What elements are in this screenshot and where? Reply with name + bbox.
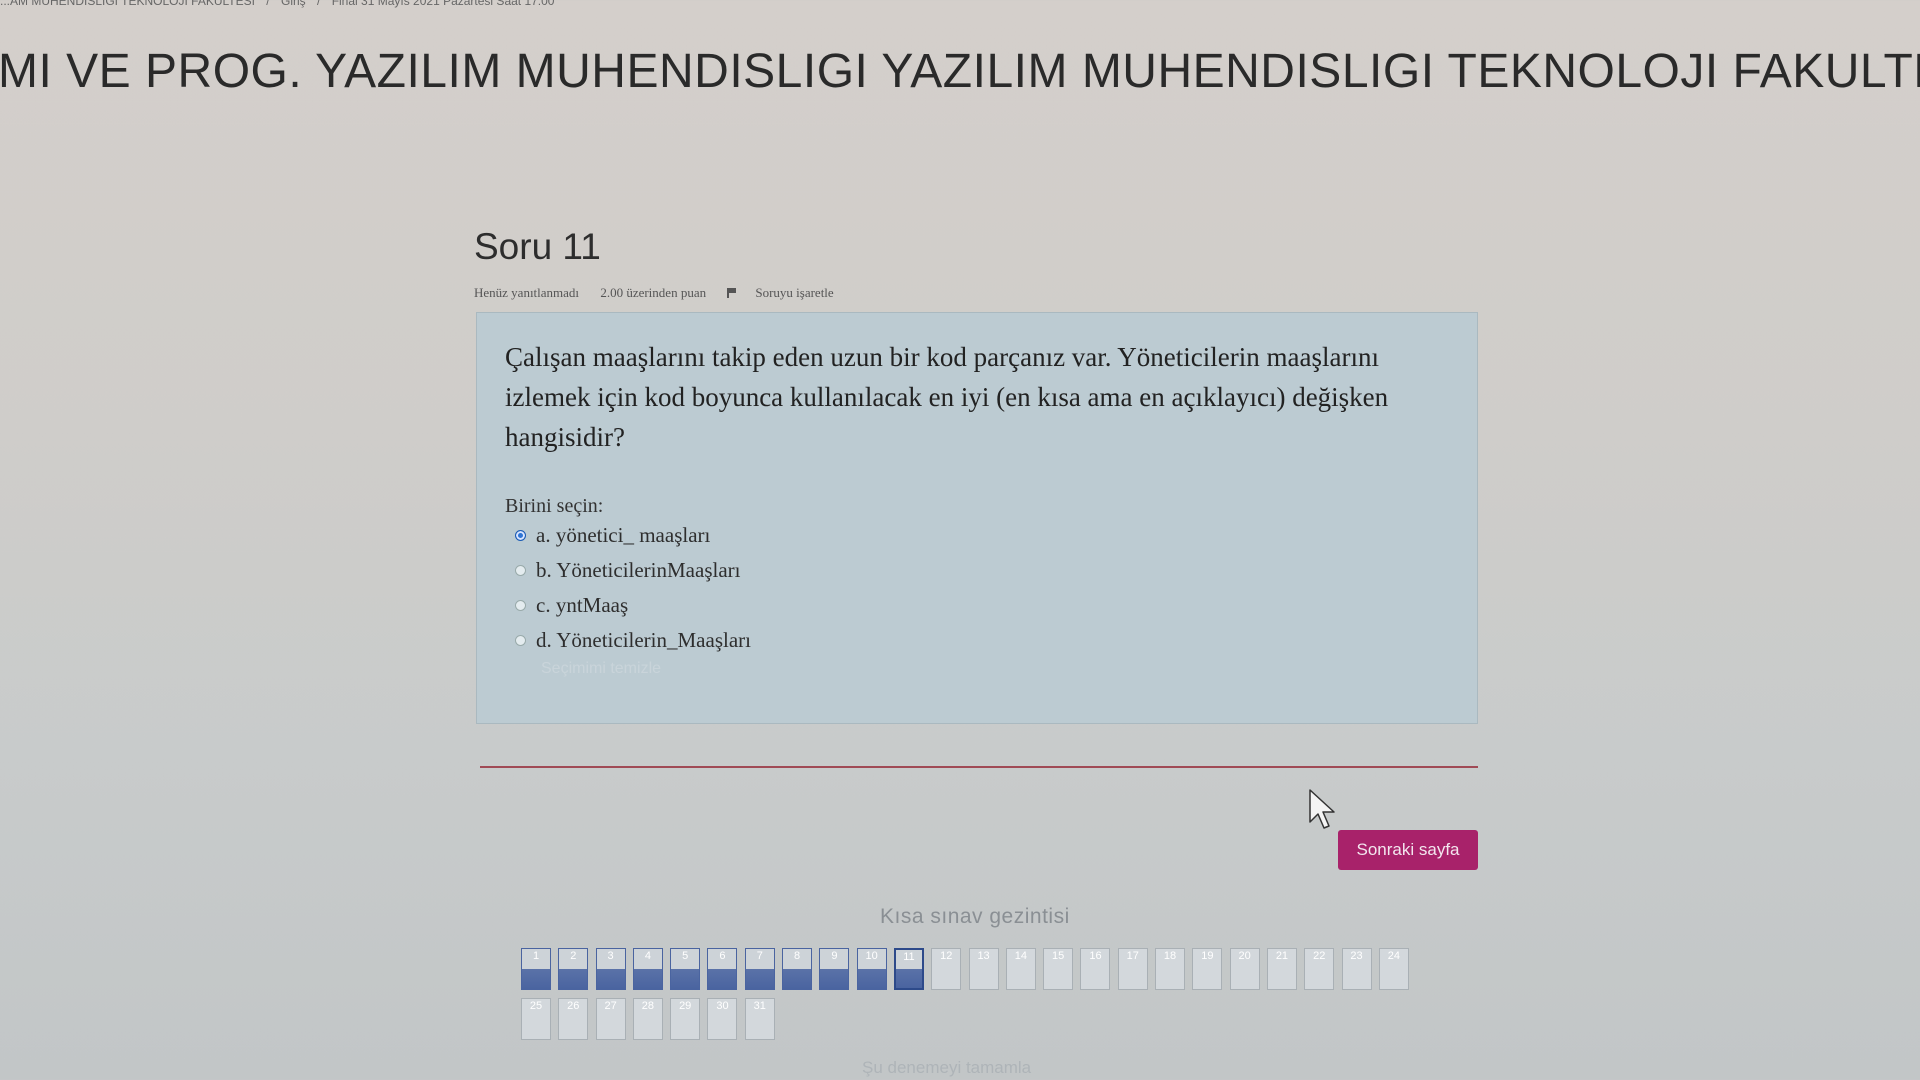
quiz-nav-button-28[interactable]: 28 xyxy=(632,998,663,1040)
quiz-nav-button-26[interactable]: 26 xyxy=(558,998,589,1040)
quiz-nav-button-23[interactable]: 23 xyxy=(1341,948,1372,990)
radio-button-d[interactable] xyxy=(515,635,526,646)
quiz-nav-number: 19 xyxy=(1201,950,1214,962)
quiz-nav-button-27[interactable]: 27 xyxy=(595,998,626,1040)
breadcrumb-item-course[interactable]: ...AM MUHENDISLIGI TEKNOLOJI FAKULTESI xyxy=(0,0,255,8)
finish-attempt-link[interactable]: Şu denemeyi tamamla xyxy=(862,1058,1031,1078)
quiz-nav-button-5[interactable]: 5 xyxy=(670,948,701,990)
quiz-nav-number: 12 xyxy=(940,950,953,962)
divider xyxy=(480,766,1478,768)
quiz-nav-button-4[interactable]: 4 xyxy=(632,948,663,990)
quiz-nav-number: 22 xyxy=(1313,950,1326,962)
question-info: Henüz yanıtlanmadı 2.00 üzerinden puan S… xyxy=(474,285,870,301)
quiz-nav-number: 18 xyxy=(1163,950,1177,962)
quiz-nav-number: 31 xyxy=(753,1000,766,1012)
question-heading: Soru 11 xyxy=(474,226,601,267)
quiz-nav-number: 6 xyxy=(719,950,726,962)
quiz-nav-number: 20 xyxy=(1238,950,1251,962)
quiz-nav-number: 1 xyxy=(532,950,540,962)
radio-button-b[interactable] xyxy=(515,565,526,576)
quiz-nav-number: 8 xyxy=(794,950,801,962)
quiz-navigation-title: Kısa sınav gezintisi xyxy=(880,905,1070,928)
quiz-nav-button-18[interactable]: 18 xyxy=(1155,948,1186,990)
quiz-nav-button-20[interactable]: 20 xyxy=(1229,948,1260,990)
quiz-nav-button-8[interactable]: 8 xyxy=(782,948,813,990)
quiz-nav-number: 15 xyxy=(1052,950,1065,962)
breadcrumb-item-home[interactable]: Giriş xyxy=(281,0,306,8)
quiz-nav-number: 28 xyxy=(641,1000,655,1012)
quiz-nav-button-24[interactable]: 24 xyxy=(1378,948,1409,990)
quiz-navigation-row: 25 26 27 28 29 30 31 xyxy=(521,998,1461,1040)
quiz-nav-button-14[interactable]: 14 xyxy=(1005,948,1036,990)
select-label: Birini seçin: xyxy=(505,495,604,517)
quiz-nav-button-21[interactable]: 21 xyxy=(1266,948,1297,990)
quiz-nav-button-11[interactable]: 11 xyxy=(893,948,924,990)
course-title: MI VE PROG. YAZILIM MUHENDISLIGI YAZILIM… xyxy=(0,45,1920,98)
quiz-nav-button-9[interactable]: 9 xyxy=(819,948,850,990)
quiz-nav-number: 7 xyxy=(756,950,763,962)
answer-option-a[interactable]: a. yönetici_ maaşları xyxy=(515,518,1449,553)
quiz-nav-number: 23 xyxy=(1350,950,1363,962)
quiz-nav-number: 9 xyxy=(831,950,838,962)
quiz-nav-number: 2 xyxy=(570,950,577,962)
quiz-nav-button-19[interactable]: 19 xyxy=(1192,948,1223,990)
quiz-nav-button-3[interactable]: 3 xyxy=(595,948,626,990)
quiz-nav-button-30[interactable]: 30 xyxy=(707,998,738,1040)
quiz-nav-button-25[interactable]: 25 xyxy=(521,998,551,1040)
answer-label-d[interactable]: d. Yöneticilerin_Maaşları xyxy=(536,628,751,653)
flag-question-link[interactable]: Soruyu işaretle xyxy=(727,285,851,300)
answer-option-c[interactable]: c. yntMaaş xyxy=(515,588,1449,623)
quiz-nav-button-10[interactable]: 10 xyxy=(856,948,887,990)
quiz-nav-number: 21 xyxy=(1275,950,1289,962)
quiz-nav-number: 3 xyxy=(607,950,614,962)
quiz-nav-number: 16 xyxy=(1089,950,1102,962)
quiz-nav-button-17[interactable]: 17 xyxy=(1117,948,1148,990)
quiz-nav-button-22[interactable]: 22 xyxy=(1304,948,1335,990)
quiz-nav-button-15[interactable]: 15 xyxy=(1043,948,1074,990)
quiz-nav-button-16[interactable]: 16 xyxy=(1080,948,1111,990)
quiz-nav-number: 17 xyxy=(1126,950,1139,962)
quiz-nav-number: 5 xyxy=(682,950,689,962)
breadcrumb: ...AM MUHENDISLIGI TEKNOLOJI FAKULTESI /… xyxy=(0,0,760,10)
answer-label-b[interactable]: b. YöneticilerinMaaşları xyxy=(536,558,740,583)
quiz-nav-button-12[interactable]: 12 xyxy=(931,948,962,990)
radio-button-c[interactable] xyxy=(515,600,526,611)
answer-label-c[interactable]: c. yntMaaş xyxy=(536,593,628,618)
clear-choice-link[interactable]: Seçimimi temizle xyxy=(541,660,1449,678)
breadcrumb-item-exam[interactable]: Final 31 Mayıs 2021 Pazartesi Saat 17:00 xyxy=(332,0,555,8)
quiz-nav-number: 10 xyxy=(865,950,878,962)
next-page-button[interactable]: Sonraki sayfa xyxy=(1338,830,1478,870)
quiz-nav-number: 14 xyxy=(1014,950,1027,962)
quiz-nav-number: 11 xyxy=(903,951,915,963)
quiz-nav-button-1[interactable]: 1 xyxy=(521,948,551,990)
question-points: 2.00 üzerinden puan xyxy=(600,285,707,300)
question-status: Henüz yanıtlanmadı xyxy=(474,285,580,300)
radio-button-a[interactable] xyxy=(515,530,526,541)
mouse-cursor-icon xyxy=(1309,789,1335,829)
flag-question-label: Soruyu işaretle xyxy=(755,285,834,300)
flag-icon xyxy=(727,288,737,298)
quiz-navigation-row: 1 2 3 4 5 6 7 8 9 10 11 12 13 14 15 16 17 18 19 20 21 22 23 24 xyxy=(521,948,1461,990)
quiz-nav-button-31[interactable]: 31 xyxy=(744,998,775,1040)
quiz-nav-button-2[interactable]: 2 xyxy=(558,948,589,990)
quiz-navigation-grid: 1 2 3 4 5 6 7 8 9 10 11 12 13 14 15 16 17 18 19 20 21 22 23 24 … xyxy=(521,948,1461,1048)
quiz-nav-button-29[interactable]: 29 xyxy=(670,998,701,1040)
quiz-nav-button-7[interactable]: 7 xyxy=(744,948,775,990)
quiz-nav-number: 13 xyxy=(977,950,990,962)
quiz-nav-number: 4 xyxy=(644,950,651,962)
quiz-nav-number: 26 xyxy=(567,1000,580,1012)
quiz-nav-number: 25 xyxy=(529,1000,543,1012)
quiz-nav-button-6[interactable]: 6 xyxy=(707,948,738,990)
quiz-nav-number: 27 xyxy=(604,1000,617,1012)
answer-label-a[interactable]: a. yönetici_ maaşları xyxy=(536,523,710,548)
question-text: Çalışan maaşlarını takip eden uzun bir k… xyxy=(505,342,1389,452)
question-content: Çalışan maaşlarını takip eden uzun bir k… xyxy=(476,312,1478,724)
answer-option-d[interactable]: d. Yöneticilerin_Maaşları xyxy=(515,623,1449,658)
answer-option-b[interactable]: b. YöneticilerinMaaşları xyxy=(515,553,1449,588)
quiz-nav-button-13[interactable]: 13 xyxy=(968,948,999,990)
quiz-nav-number: 29 xyxy=(679,1000,692,1012)
quiz-nav-number: 30 xyxy=(716,1000,729,1012)
quiz-nav-number: 24 xyxy=(1387,950,1400,962)
